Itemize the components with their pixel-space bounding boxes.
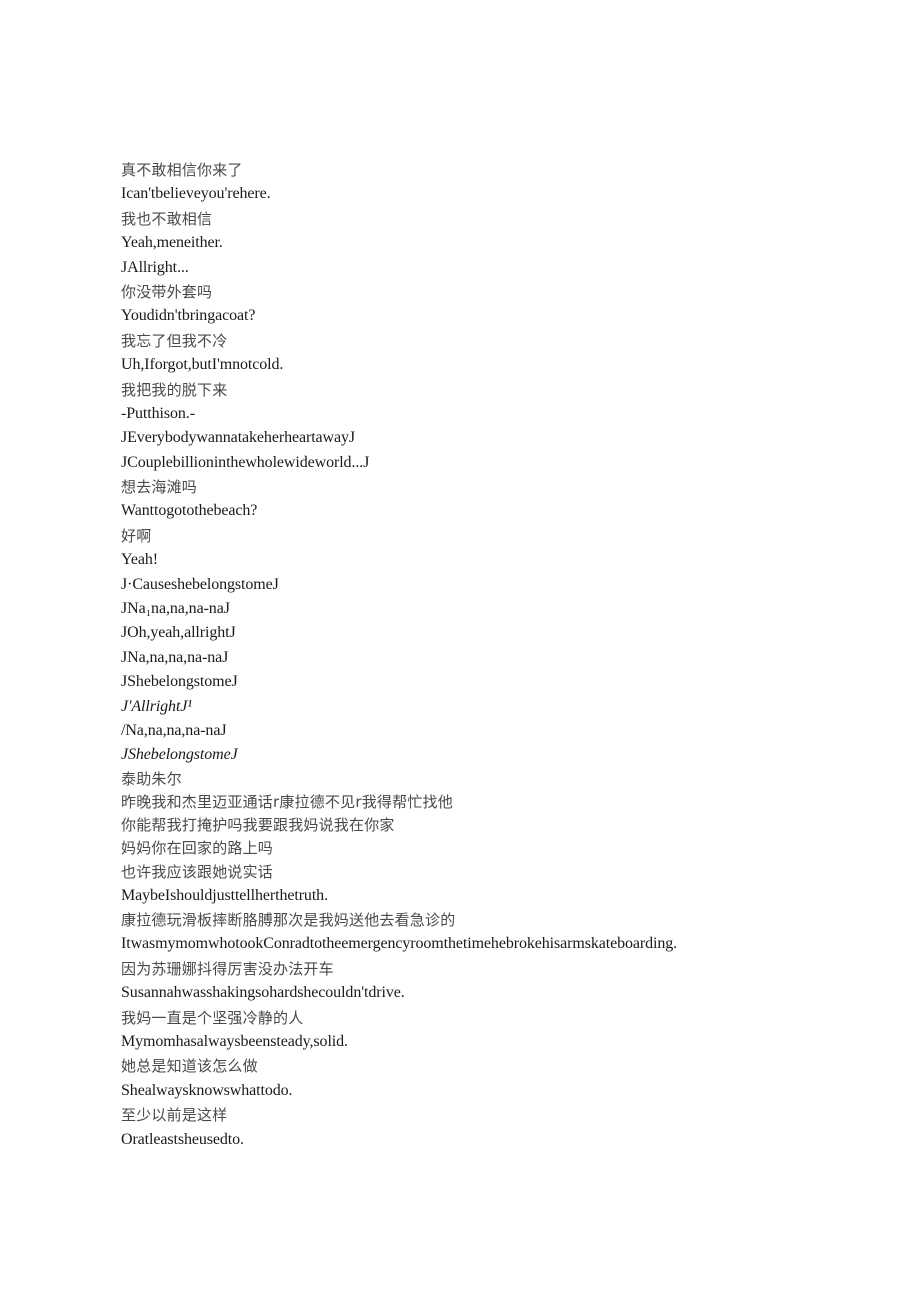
transcript-line: Oratleastsheusedto. bbox=[121, 1130, 244, 1148]
transcript-line: 她总是知道该怎么做 bbox=[121, 1057, 258, 1076]
transcript-line: ItwasmymomwhotookConradtotheemergencyroo… bbox=[121, 935, 678, 953]
transcript-line: Yeah! bbox=[121, 551, 158, 569]
transcript-line: 因为苏珊娜抖得厉害没办法开车 bbox=[121, 959, 334, 978]
transcript-line: JEverybodywannatakeherheartawayJ bbox=[121, 429, 356, 447]
transcript-line: Uh,Iforgot,butI'mnotcold. bbox=[121, 356, 284, 374]
transcript-line: JShebelongstomeJ bbox=[121, 746, 238, 764]
document-page: 真不敢相信你来了 Ican'tbelieveyou'rehere. 我也不敢相信 Ye… bbox=[0, 0, 920, 1301]
transcript-line: 康拉德玩滑板摔断胳膊那次是我妈送他去看急诊的 bbox=[121, 911, 456, 930]
transcript-line: 昨晚我和杰里迈亚通话r康拉德不见r我得帮忙找他 bbox=[121, 792, 453, 811]
transcript-line: Wanttogotothebeach? bbox=[121, 502, 258, 520]
transcript-line: Yeah,meneither. bbox=[121, 234, 223, 252]
transcript-line: Shealwaysknowswhattodo. bbox=[121, 1081, 293, 1099]
transcript-line: 我把我的脱下来 bbox=[121, 380, 228, 399]
transcript-line: MaybeIshouldjusttellherthetruth. bbox=[121, 886, 328, 904]
transcript-line: -Putthison.- bbox=[121, 404, 195, 422]
transcript-line: Mymomhasalwaysbeensteady,solid. bbox=[121, 1033, 348, 1051]
transcript-line: 我妈一直是个坚强冷静的人 bbox=[121, 1008, 304, 1027]
transcript-line: 你没带外套吗 bbox=[121, 282, 213, 301]
transcript-line: 好啊 bbox=[121, 526, 152, 545]
transcript-line: 也许我应该跟她说实话 bbox=[121, 862, 274, 881]
transcript-line: Susannahwasshakingsohardshecouldn'tdrive… bbox=[121, 984, 405, 1002]
transcript-line: 想去海滩吗 bbox=[121, 478, 198, 497]
transcript-line: JNa₁na,na,na-naJ bbox=[121, 600, 230, 618]
transcript-line: 泰助朱尔 bbox=[121, 769, 182, 788]
transcript-line: JCouplebillioninthewholewideworld...J bbox=[121, 453, 370, 471]
transcript-line: J'AllrightJ¹ bbox=[121, 697, 193, 715]
transcript-line: JNa,na,na,na-naJ bbox=[121, 648, 229, 666]
transcript-line: Ican'tbelieveyou'rehere. bbox=[121, 185, 271, 203]
transcript-line: 真不敢相信你来了 bbox=[121, 161, 243, 179]
transcript-line: 你能帮我打掩护吗我要跟我妈说我在你家 bbox=[121, 816, 395, 835]
transcript-line: 至少以前是这样 bbox=[121, 1106, 228, 1125]
transcript-line: 我也不敢相信 bbox=[121, 209, 213, 228]
transcript-line: J·CauseshebelongstomeJ bbox=[121, 575, 279, 593]
transcript-line: 我忘了但我不冷 bbox=[121, 331, 228, 350]
transcript-body: 真不敢相信你来了 Ican'tbelieveyou'rehere. 我也不敢相信 Ye… bbox=[121, 158, 821, 1152]
transcript-line: JAllright... bbox=[121, 258, 189, 276]
transcript-line: Youdidn'tbringacoat? bbox=[121, 307, 256, 325]
transcript-line: /Na,na,na,na-naJ bbox=[121, 721, 227, 739]
transcript-line: JOh,yeah,allrightJ bbox=[121, 624, 236, 642]
transcript-line: 妈妈你在回家的路上吗 bbox=[121, 839, 274, 858]
transcript-line: JShebelongstomeJ bbox=[121, 673, 238, 691]
